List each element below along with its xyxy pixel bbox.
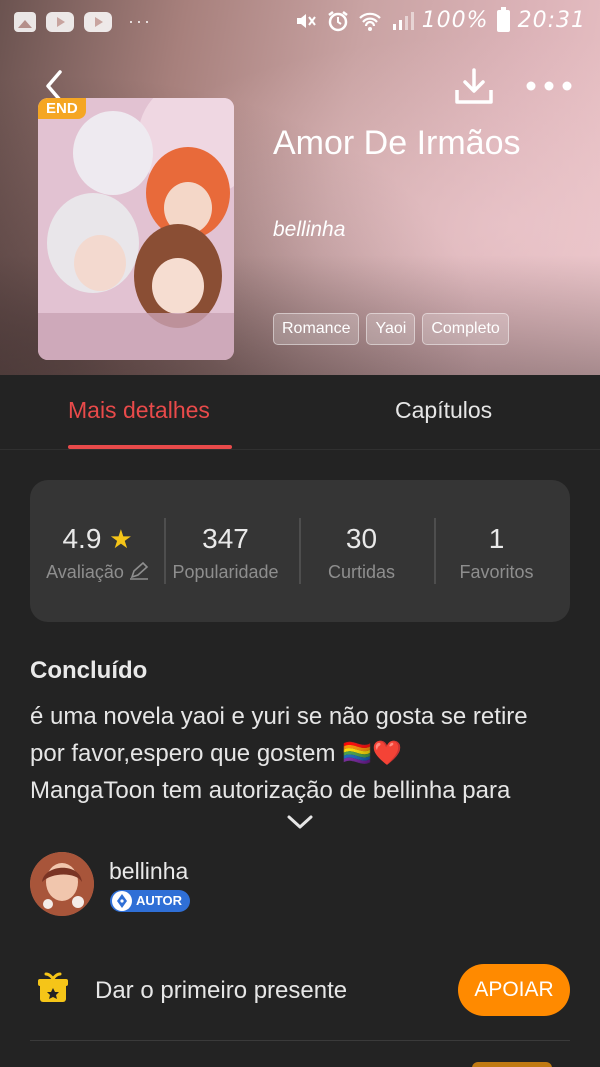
alarm-icon xyxy=(327,10,348,31)
support-button[interactable]: APOIAR xyxy=(458,964,570,1016)
youtube-icon xyxy=(84,11,112,32)
completion-status: Concluído xyxy=(30,657,148,684)
author-card[interactable]: bellinha AUTOR xyxy=(30,852,570,918)
author-badge-label: AUTOR xyxy=(136,893,182,908)
tab-bar: Mais detalhes Capítulos xyxy=(0,375,600,450)
gallery-icon xyxy=(14,11,36,32)
edit-icon xyxy=(129,561,149,580)
gift-row: Dar o primeiro presente APOIAR xyxy=(30,960,570,1020)
clock: 20:31 xyxy=(517,8,586,33)
popularity-value: 347 xyxy=(202,523,249,554)
author-name: bellinha xyxy=(109,858,189,884)
tag-completo[interactable]: Completo xyxy=(422,313,509,345)
wifi-icon xyxy=(358,12,381,31)
next-section-peek xyxy=(472,1062,552,1067)
gift-prompt: Dar o primeiro presente xyxy=(95,977,348,1004)
tab-chapters[interactable]: Capítulos xyxy=(395,397,492,424)
battery-percent: 100% xyxy=(421,8,489,33)
more-horizontal-icon xyxy=(526,81,572,91)
status-bar: ··· 100% 20:31 xyxy=(0,0,600,44)
stats-card: 4.9 ★ Avaliação 347 Popularidade 30 Curt… xyxy=(30,480,570,622)
cover-image xyxy=(38,98,234,360)
popularity-label: Popularidade xyxy=(172,562,279,582)
pen-nib-icon xyxy=(112,891,132,911)
end-badge: END xyxy=(38,98,86,119)
stat-rating[interactable]: 4.9 ★ Avaliação xyxy=(30,480,165,622)
active-tab-indicator xyxy=(68,445,232,449)
chevron-down-icon xyxy=(287,815,313,829)
rating-label: Avaliação xyxy=(46,562,124,582)
description: é uma novela yaoi e yuri se não gosta se… xyxy=(30,698,575,809)
mute-icon xyxy=(296,13,316,28)
tag-yaoi[interactable]: Yaoi xyxy=(366,313,416,345)
description-line: é uma novela yaoi e yuri se não gosta se… xyxy=(30,703,528,730)
description-line: MangaToon tem autorização de bellinha pa… xyxy=(30,777,511,804)
tab-details[interactable]: Mais detalhes xyxy=(68,397,210,424)
divider xyxy=(30,1040,570,1041)
stat-favorites: 1 Favoritos xyxy=(429,480,564,622)
chevron-left-icon xyxy=(46,70,62,102)
work-author[interactable]: bellinha xyxy=(273,218,345,242)
battery-icon xyxy=(496,6,510,32)
download-button[interactable] xyxy=(452,66,496,106)
gift-icon xyxy=(38,972,68,1002)
download-icon xyxy=(455,68,493,104)
youtube-icon xyxy=(46,11,74,32)
rating-value: 4.9 xyxy=(62,523,102,554)
favorites-label: Favoritos xyxy=(459,562,534,582)
expand-description-button[interactable] xyxy=(286,812,314,832)
favorites-value: 1 xyxy=(488,523,505,554)
stat-popularity: 347 Popularidade xyxy=(158,480,293,622)
avatar[interactable] xyxy=(30,852,94,916)
author-badge: AUTOR xyxy=(110,890,190,912)
likes-value: 30 xyxy=(345,523,378,554)
description-line: por favor,espero que gostem 🏳️‍🌈❤️ xyxy=(30,740,402,767)
stat-likes: 30 Curtidas xyxy=(294,480,429,622)
more-button[interactable] xyxy=(524,74,574,98)
signal-icon xyxy=(392,11,414,30)
tag-list: Romance Yaoi Completo xyxy=(273,313,509,345)
more-dots-icon: ··· xyxy=(128,11,152,31)
tag-romance[interactable]: Romance xyxy=(273,313,360,345)
work-title: Amor De Irmãos xyxy=(273,124,521,162)
likes-label: Curtidas xyxy=(327,562,396,582)
star-icon: ★ xyxy=(109,524,133,554)
